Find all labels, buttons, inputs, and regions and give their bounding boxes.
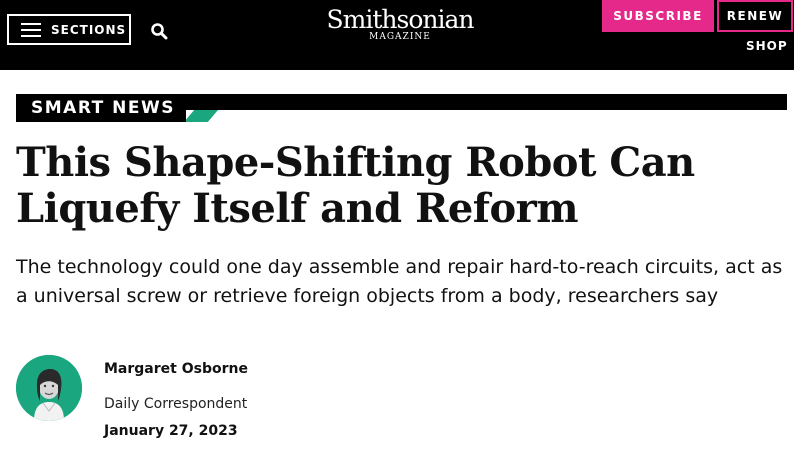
hamburger-icon: [21, 22, 41, 37]
section-tag-label: SMART NEWS: [31, 98, 175, 118]
author-title: Daily Correspondent: [104, 396, 248, 412]
publish-date: January 27, 2023: [104, 423, 238, 439]
author-photo: [16, 355, 82, 421]
article-headline: This Shape-Shifting Robot Can Liquefy It…: [16, 139, 695, 232]
sections-menu-button[interactable]: SECTIONS: [7, 14, 131, 45]
logo-wordmark: Smithsonian: [326, 5, 475, 34]
author-avatar[interactable]: [16, 355, 82, 421]
section-accent: [184, 110, 218, 122]
subscribe-button[interactable]: SUBSCRIBE: [602, 0, 714, 32]
author-name[interactable]: Margaret Osborne: [104, 361, 248, 377]
article-dek: The technology could one day assemble an…: [16, 256, 783, 307]
search-icon[interactable]: [150, 22, 168, 40]
smithsonian-logo[interactable]: Smithsonian MAGAZINE: [320, 5, 480, 43]
sections-label: SECTIONS: [51, 22, 127, 37]
renew-button[interactable]: RENEW: [717, 0, 793, 32]
section-tag[interactable]: SMART NEWS: [16, 94, 186, 122]
site-header: SECTIONS Smithsonian MAGAZINE SUBSCRIBE …: [0, 0, 794, 70]
shop-link[interactable]: SHOP: [746, 39, 788, 53]
